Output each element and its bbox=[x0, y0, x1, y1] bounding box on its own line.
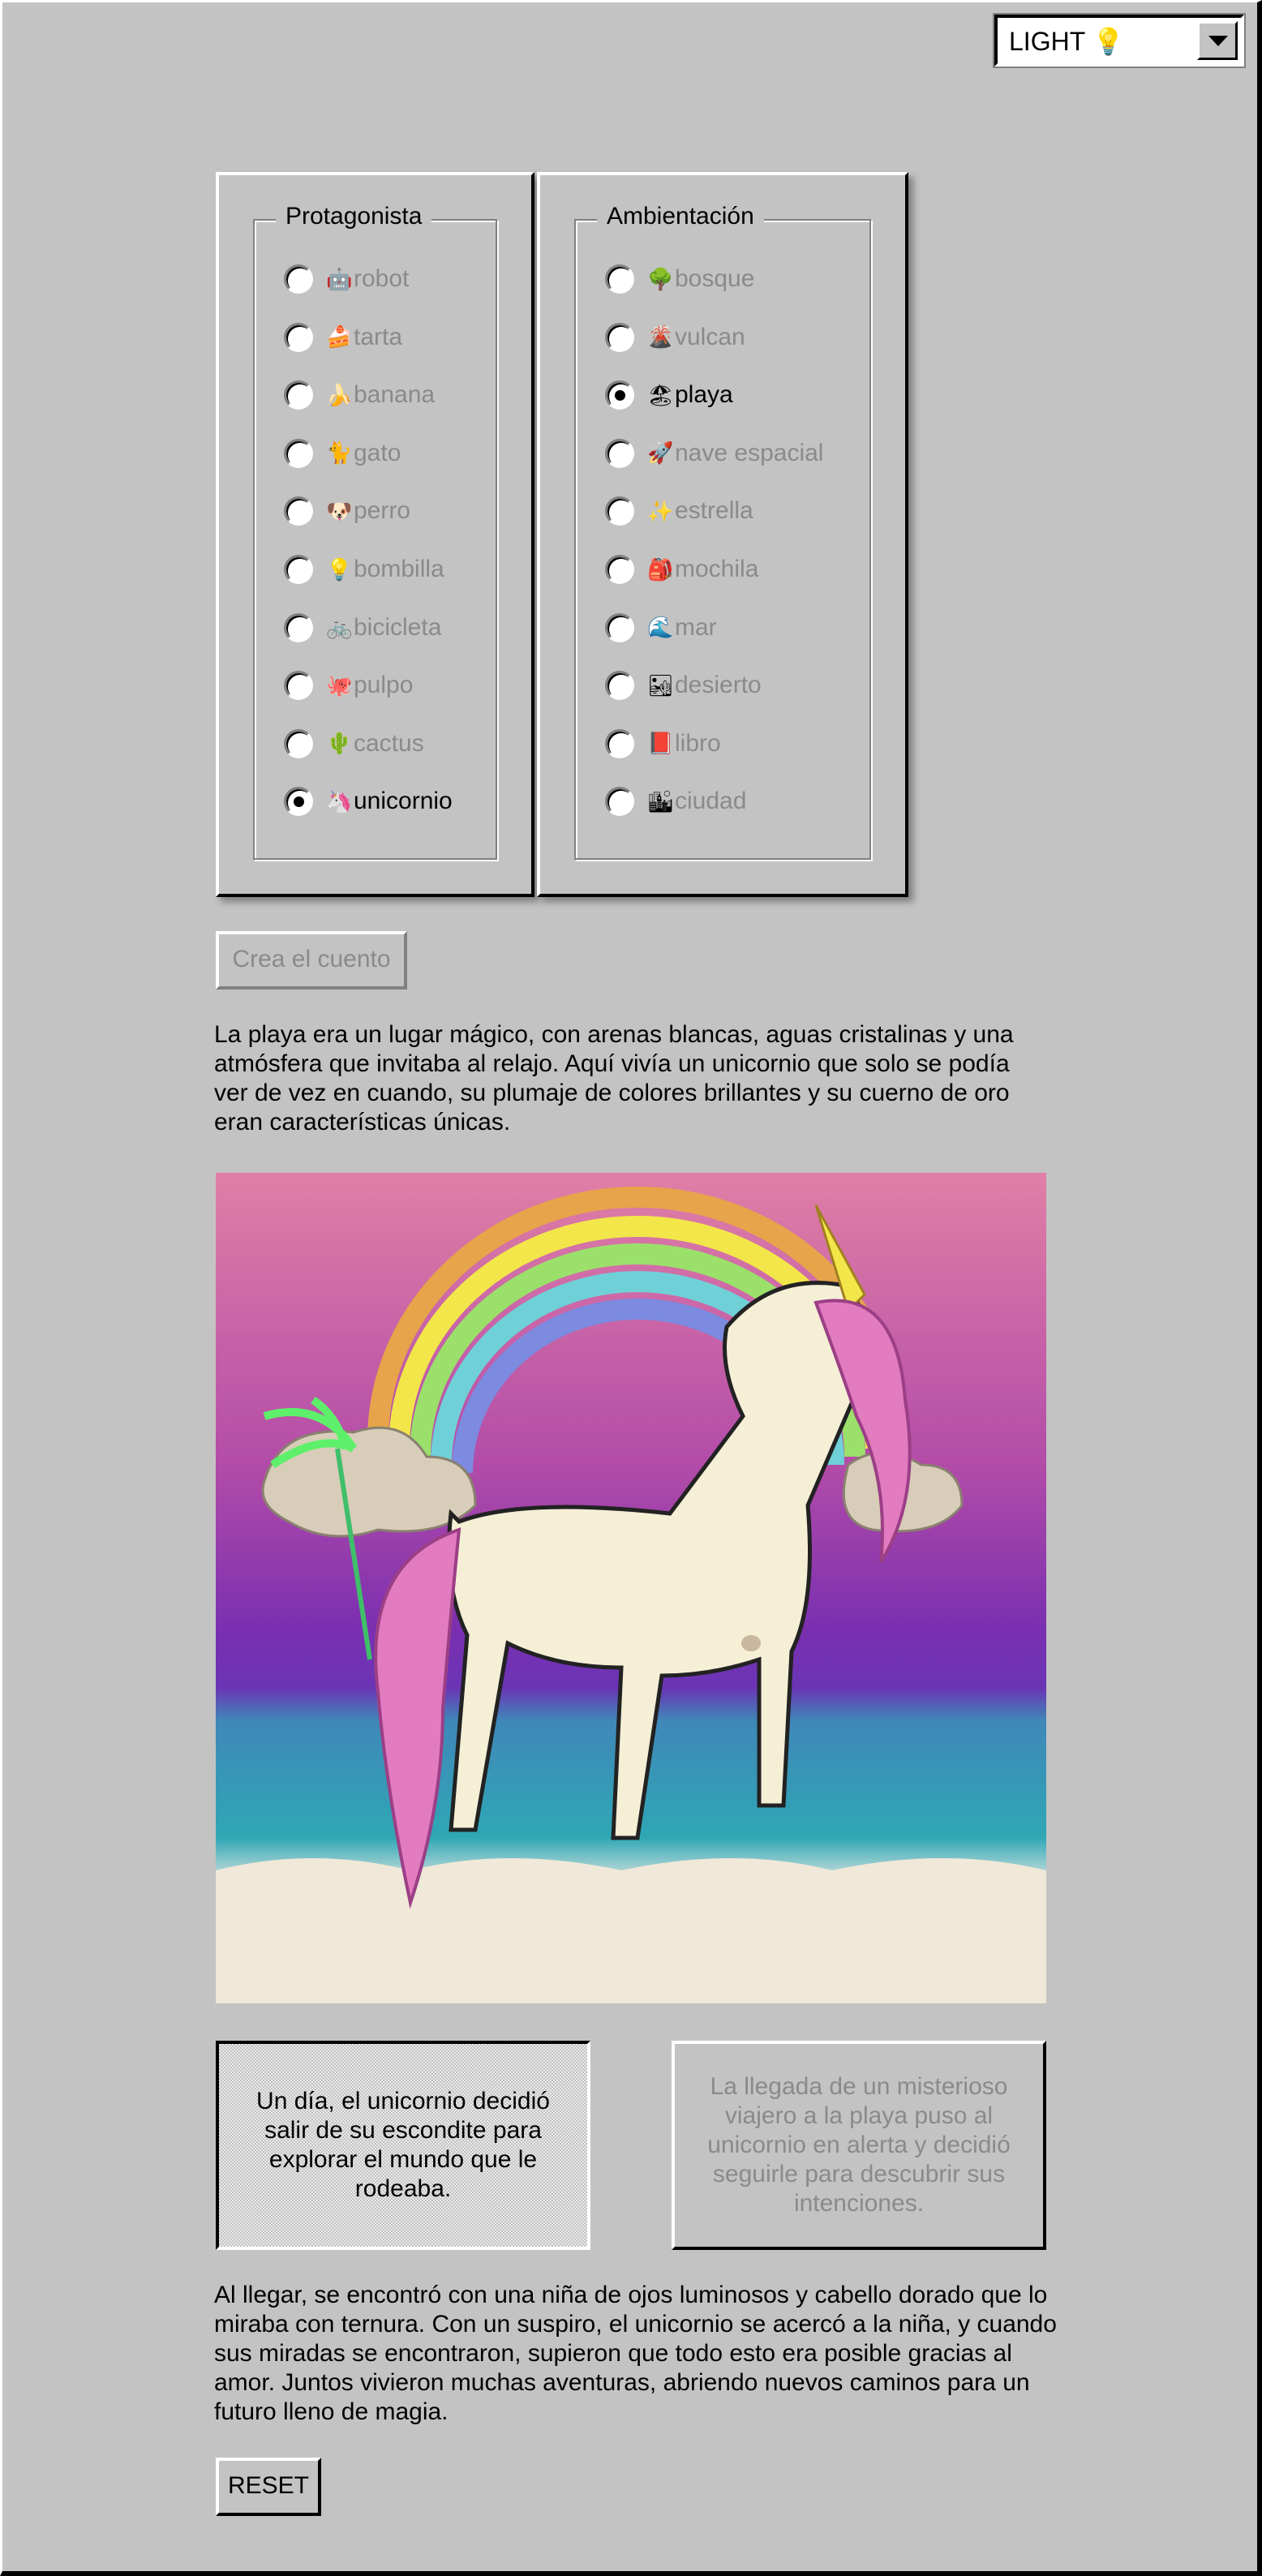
radio-button[interactable] bbox=[284, 671, 313, 701]
option-label: libro bbox=[675, 729, 721, 757]
setting-option-mar[interactable]: 🌊 mar bbox=[605, 612, 717, 644]
bombilla-icon: 💡 bbox=[326, 556, 353, 582]
option-label: bombilla bbox=[354, 556, 444, 582]
radio-button[interactable] bbox=[605, 380, 634, 410]
setting-option-desierto[interactable]: 🏜 desierto bbox=[605, 669, 762, 702]
protagonist-panel: Protagonista 🤖 robot 🍰 tarta 🍌 banana 🐈 gato 🐶 pe… bbox=[216, 172, 534, 897]
setting-option-libro[interactable]: 📕 libro bbox=[605, 728, 721, 760]
radio-button[interactable] bbox=[605, 612, 634, 642]
radio-button[interactable] bbox=[605, 555, 634, 584]
radio-button[interactable] bbox=[605, 322, 634, 352]
radio-button[interactable] bbox=[605, 496, 634, 526]
story-intro: La playa era un lugar mágico, con arenas… bbox=[214, 1021, 1014, 1136]
setting-option-ciudad[interactable]: 🏙 ciudad bbox=[605, 785, 746, 818]
libro-icon: 📕 bbox=[647, 731, 674, 756]
protagonist-fieldset: Protagonista 🤖 robot 🍰 tarta 🍌 banana 🐈 gato 🐶 pe… bbox=[253, 203, 497, 860]
create-story-button[interactable]: Crea el cuento bbox=[216, 931, 407, 990]
protagonist-option-cactus[interactable]: 🌵 cactus bbox=[284, 728, 424, 760]
gato-icon: 🐈 bbox=[326, 440, 353, 466]
option-label: gato bbox=[354, 439, 401, 466]
bicicleta-icon: 🚲 bbox=[326, 615, 353, 640]
radio-button[interactable] bbox=[284, 728, 313, 758]
protagonist-option-banana[interactable]: 🍌 banana bbox=[284, 379, 435, 411]
pulpo-icon: 🐙 bbox=[326, 672, 353, 698]
option-label: nave espacial bbox=[675, 439, 824, 466]
option-label: bosque bbox=[675, 265, 755, 292]
estrella-icon: ✨ bbox=[647, 498, 674, 523]
radio-button[interactable] bbox=[284, 264, 313, 294]
option-label: mochila bbox=[675, 556, 759, 582]
protagonist-option-perro[interactable]: 🐶 perro bbox=[284, 495, 410, 527]
radio-button[interactable] bbox=[284, 612, 313, 642]
radio-button[interactable] bbox=[605, 438, 634, 468]
story-choice-b[interactable]: La llegada de un misterioso viajero a la… bbox=[672, 2041, 1046, 2250]
banana-icon: 🍌 bbox=[326, 382, 353, 407]
option-label: mar bbox=[675, 613, 717, 641]
setting-fieldset: Ambientación 🌳 bosque 🌋 vulcan 🏖 playa 🚀 nave e… bbox=[574, 203, 871, 860]
setting-option-vulcan[interactable]: 🌋 vulcan bbox=[605, 321, 745, 354]
radio-button[interactable] bbox=[605, 671, 634, 701]
radio-button[interactable] bbox=[605, 264, 634, 294]
setting-option-playa[interactable]: 🏖 playa bbox=[605, 379, 733, 411]
option-label: ciudad bbox=[675, 788, 747, 815]
protagonist-option-bombilla[interactable]: 💡 bombilla bbox=[284, 553, 444, 586]
option-label: robot bbox=[354, 265, 410, 292]
protagonist-option-gato[interactable]: 🐈 gato bbox=[284, 437, 401, 470]
option-label: unicornio bbox=[354, 788, 453, 815]
option-label: bicicleta bbox=[354, 613, 442, 641]
reset-button[interactable]: RESET bbox=[216, 2458, 321, 2516]
perro-icon: 🐶 bbox=[326, 498, 353, 523]
option-label: desierto bbox=[675, 672, 762, 699]
desierto-icon: 🏜 bbox=[647, 672, 675, 698]
radio-button[interactable] bbox=[284, 787, 313, 817]
radio-button[interactable] bbox=[284, 380, 313, 410]
ciudad-icon: 🏙 bbox=[647, 788, 675, 814]
setting-option-nave-espacial[interactable]: 🚀 nave espacial bbox=[605, 437, 823, 470]
robot-icon: 🤖 bbox=[326, 266, 353, 291]
option-label: cactus bbox=[354, 729, 424, 757]
playa-icon: 🏖 bbox=[647, 382, 675, 407]
option-label: estrella bbox=[675, 497, 753, 525]
protagonist-legend: Protagonista bbox=[276, 203, 432, 230]
cactus-icon: 🌵 bbox=[326, 731, 353, 756]
radio-button[interactable] bbox=[284, 322, 313, 352]
setting-legend: Ambientación bbox=[597, 203, 764, 230]
option-label: tarta bbox=[354, 323, 403, 350]
unicorn-beach-image bbox=[216, 1173, 1046, 2003]
story-ending: Al llegar, se encontró con una niña de o… bbox=[214, 2282, 1057, 2425]
bulb-icon: 💡 bbox=[1092, 27, 1125, 56]
radio-button[interactable] bbox=[605, 787, 634, 817]
story-illustration bbox=[216, 1173, 1046, 2003]
protagonist-option-robot[interactable]: 🤖 robot bbox=[284, 263, 409, 295]
protagonist-option-tarta[interactable]: 🍰 tarta bbox=[284, 321, 402, 354]
setting-option-mochila[interactable]: 🎒 mochila bbox=[605, 553, 758, 586]
protagonist-option-bicicleta[interactable]: 🚲 bicicleta bbox=[284, 612, 441, 644]
radio-button[interactable] bbox=[284, 496, 313, 526]
radio-button[interactable] bbox=[284, 438, 313, 468]
setting-panel: Ambientación 🌳 bosque 🌋 vulcan 🏖 playa 🚀 nave e… bbox=[537, 172, 908, 897]
mochila-icon: 🎒 bbox=[647, 556, 674, 582]
mar-icon: 🌊 bbox=[647, 615, 674, 640]
radio-button[interactable] bbox=[605, 728, 634, 758]
option-label: pulpo bbox=[354, 672, 414, 699]
option-label: perro bbox=[354, 497, 411, 525]
option-label: vulcan bbox=[675, 323, 745, 350]
nave-espacial-icon: 🚀 bbox=[647, 440, 674, 466]
theme-select-value: LIGHT 💡 bbox=[1009, 27, 1125, 56]
tarta-icon: 🍰 bbox=[326, 324, 353, 350]
unicornio-icon: 🦄 bbox=[326, 788, 353, 814]
option-label: banana bbox=[354, 381, 436, 409]
theme-select[interactable]: LIGHT 💡 bbox=[993, 13, 1246, 68]
chevron-down-icon[interactable] bbox=[1197, 21, 1238, 60]
protagonist-option-unicornio[interactable]: 🦄 unicornio bbox=[284, 785, 453, 818]
vulcan-icon: 🌋 bbox=[647, 324, 674, 350]
story-choice-a[interactable]: Un día, el unicornio decidió salir de su… bbox=[216, 2041, 590, 2250]
protagonist-option-pulpo[interactable]: 🐙 pulpo bbox=[284, 669, 413, 702]
setting-option-estrella[interactable]: ✨ estrella bbox=[605, 495, 753, 527]
bosque-icon: 🌳 bbox=[647, 266, 674, 291]
setting-option-bosque[interactable]: 🌳 bosque bbox=[605, 263, 754, 295]
radio-button[interactable] bbox=[284, 555, 313, 584]
option-label: playa bbox=[675, 381, 733, 409]
